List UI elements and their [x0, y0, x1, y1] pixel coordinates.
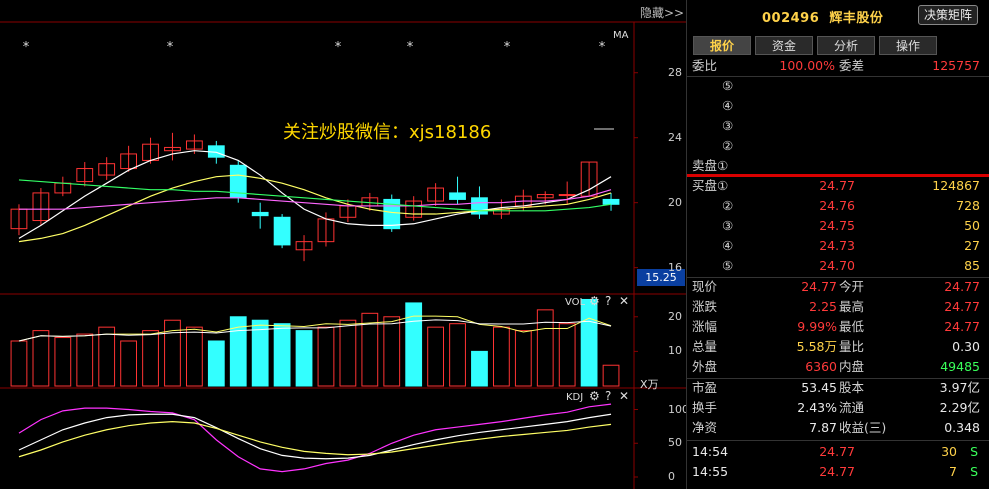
event-marker: * — [407, 40, 414, 55]
volume-bar — [142, 330, 159, 387]
sell-level-row: ④ — [722, 98, 734, 113]
volume-bar — [602, 364, 620, 387]
buy-level-row: 买盘① 24.77 124867 — [692, 178, 980, 193]
sell-level-row: ③ — [722, 118, 734, 133]
stat-row: 涨跌 2.25 最高 24.77 — [692, 299, 980, 314]
volume-bar — [207, 340, 225, 387]
volume-bar — [32, 330, 50, 387]
kdj-label: KDJ — [566, 392, 584, 403]
volume-ma-line — [18, 315, 612, 342]
volume-bar — [558, 323, 576, 387]
buy-level-row: ② 24.76 728 — [722, 198, 980, 213]
volume-bar — [536, 309, 554, 387]
volume-bar — [10, 340, 28, 387]
candle — [558, 194, 576, 197]
volume-bar — [339, 319, 357, 387]
close-icon[interactable]: ✕ — [619, 389, 629, 403]
close-icon[interactable]: ✕ — [619, 294, 629, 308]
vol-tick-label: 10 — [668, 344, 682, 358]
fundamental-row: 换手 2.43% 流通 2.29亿 — [692, 400, 980, 415]
volume-bar — [449, 323, 466, 387]
buy-level-row: ③ 24.75 50 — [722, 218, 980, 233]
quote-panel: 002496 辉丰股份 决策矩阵 报价 资金 分析 操作 委比 100.00% … — [686, 0, 989, 489]
order-ratio-row: 委比 100.00% 委差 125757 — [692, 58, 980, 73]
price-tick-label: 16 — [668, 260, 682, 274]
event-marker: * — [599, 40, 606, 55]
stat-row: 外盘 6360 内盘 49485 — [692, 359, 980, 374]
tab-quote[interactable]: 报价 — [693, 36, 751, 55]
gear-icon[interactable]: ⚙ — [589, 389, 600, 403]
sell-level-row: ⑤ — [722, 78, 734, 93]
volume-bar — [295, 330, 313, 387]
event-marker: * — [504, 40, 511, 55]
kline-chart-svg[interactable]: * * * * * * — [0, 0, 686, 489]
volume-bar — [54, 337, 72, 387]
tab-analysis[interactable]: 分析 — [817, 36, 875, 55]
event-marker: * — [335, 40, 342, 55]
tick-row: 14:54 24.77 30 S — [692, 444, 978, 459]
help-icon[interactable]: ? — [605, 389, 611, 403]
candle — [449, 192, 466, 200]
kdj-tick-label: 0 — [668, 470, 675, 483]
candle — [273, 216, 291, 246]
vol-label: VOL — [565, 297, 586, 308]
volume-bar — [317, 326, 335, 387]
volume-bar — [405, 302, 423, 387]
volume-bar — [471, 350, 488, 387]
ma-label: MA — [613, 30, 629, 41]
decision-matrix-button[interactable]: 决策矩阵 — [917, 5, 978, 25]
event-marker: * — [23, 40, 30, 55]
tab-operation[interactable]: 操作 — [879, 36, 937, 55]
tick-row: 14:55 24.77 7 S — [692, 464, 978, 479]
help-icon[interactable]: ? — [605, 294, 611, 308]
candle — [251, 211, 269, 217]
volume-bar — [273, 323, 291, 387]
stat-row: 涨幅 9.99% 最低 24.77 — [692, 319, 980, 334]
sell-level-row: ② — [722, 138, 734, 153]
vol-tick-label: 20 — [668, 309, 682, 323]
ma-line — [18, 174, 612, 243]
buy-level-row: ④ 24.73 27 — [722, 238, 980, 253]
vol-unit-label: X万 — [640, 378, 659, 391]
sell-level-row: 卖盘① — [692, 158, 729, 173]
stat-row: 现价 24.77 今开 24.77 — [692, 279, 980, 294]
price-tick-label: 20 — [668, 195, 682, 209]
tab-funds[interactable]: 资金 — [755, 36, 813, 55]
event-marker: * — [167, 40, 174, 55]
kdj-tick-label: 50 — [668, 436, 682, 450]
volume-bar — [383, 316, 401, 387]
candle — [602, 198, 620, 205]
fundamental-row: 市盈 53.45 股本 3.97亿 — [692, 380, 980, 395]
volume-bar — [76, 333, 94, 387]
volume-bar — [185, 326, 203, 387]
price-tick-label: 24 — [668, 130, 682, 144]
volume-bar — [580, 298, 598, 387]
kdj-line — [18, 403, 612, 473]
quote-header: 002496 辉丰股份 决策矩阵 — [687, 0, 989, 30]
stat-row: 总量 5.58万 量比 0.30 — [692, 339, 980, 354]
kline-chart-area[interactable]: * * * * * * 隐藏>> 关注炒股微信：xjs18186 15.25 MA VOL… — [0, 0, 689, 489]
fundamental-row: 净资 7.87 收益(三) 0.348 — [692, 420, 980, 435]
hide-panel-button[interactable]: 隐藏>> — [640, 4, 684, 21]
volume-bar — [492, 326, 510, 387]
gear-icon[interactable]: ⚙ — [589, 294, 600, 308]
volume-bar — [514, 330, 532, 387]
buy-level-row: ⑤ 24.70 85 — [722, 258, 980, 273]
volume-bar — [98, 326, 116, 387]
volume-bar — [427, 326, 445, 387]
watermark-text: 关注炒股微信：xjs18186 — [283, 122, 492, 143]
stock-title: 002496 辉丰股份 — [762, 11, 884, 26]
volume-bar — [120, 340, 138, 387]
price-tick-label: 28 — [668, 65, 682, 79]
